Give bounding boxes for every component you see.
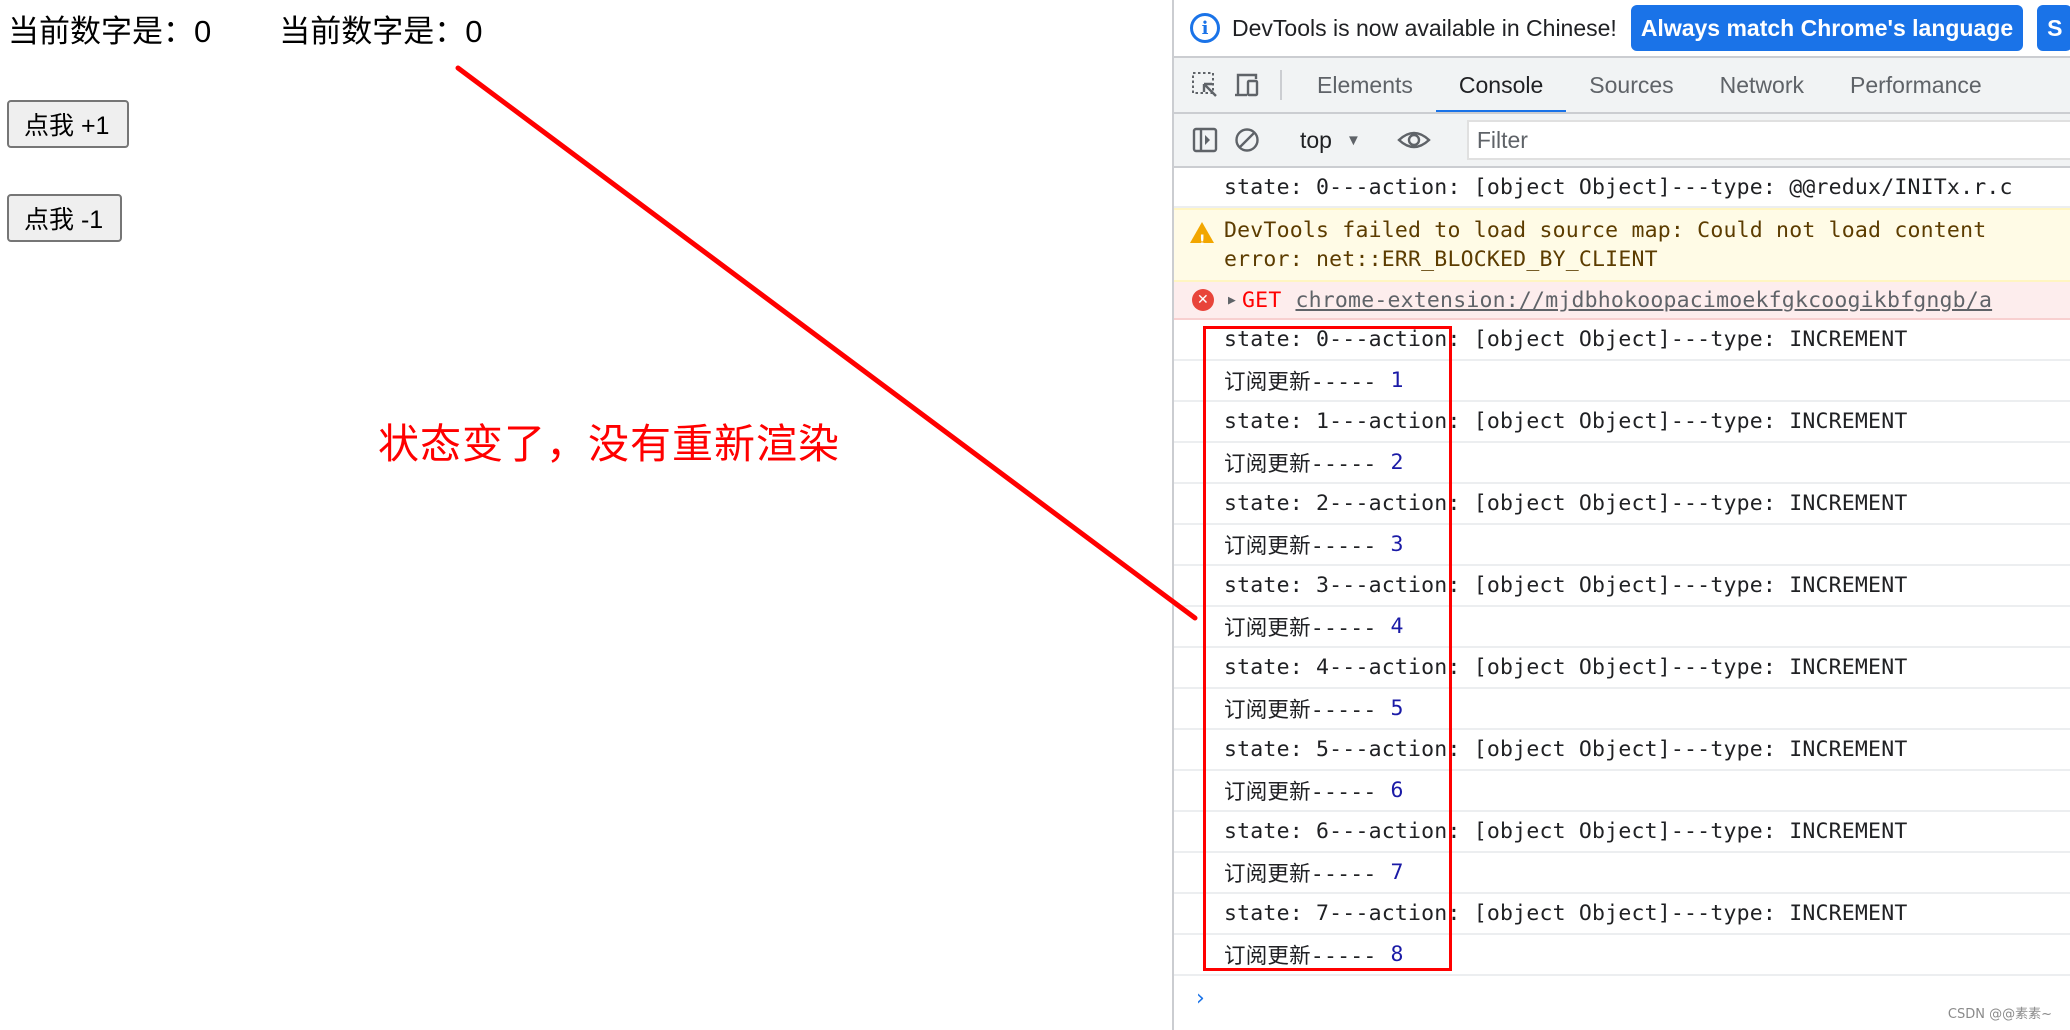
console-state-row: state: 6---action: [object Object]---typ… [1174, 812, 2070, 853]
subscribe-value: 1 [1390, 368, 1404, 393]
console-entries: state: 0---action: [object Object]---typ… [1174, 320, 2070, 976]
subscribe-label: 订阅更新----- [1224, 452, 1377, 477]
subscribe-label: 订阅更新----- [1224, 944, 1377, 969]
tab-performance[interactable]: Performance [1827, 58, 2005, 112]
console-error-row[interactable]: ✕ ▶ GET chrome-extension://mjdbhokoopaci… [1174, 282, 2070, 320]
tab-sources[interactable]: Sources [1566, 58, 1696, 112]
count-heading-2: 当前数字是：0 [279, 14, 483, 49]
console-subscribe-row: 订阅更新----- 8 [1174, 935, 2070, 976]
subscribe-label: 订阅更新----- [1224, 616, 1377, 641]
error-url-link[interactable]: chrome-extension://mjdbhokoopacimoekfgkc… [1295, 288, 1992, 313]
context-selector[interactable]: top ▼ [1294, 127, 1367, 154]
subscribe-value: 8 [1390, 942, 1404, 967]
devtools-panel: i DevTools is now available in Chinese! … [1172, 0, 2070, 1030]
subscribe-label: 订阅更新----- [1224, 370, 1377, 395]
dropdown-arrow-icon: ▼ [1345, 131, 1361, 149]
subscribe-value: 2 [1390, 450, 1404, 475]
context-label: top [1300, 126, 1332, 153]
tab-elements[interactable]: Elements [1294, 58, 1436, 112]
console-subscribe-row: 订阅更新----- 4 [1174, 607, 2070, 648]
console-state-row: state: 2---action: [object Object]---typ… [1174, 484, 2070, 525]
console-subscribe-row: 订阅更新----- 2 [1174, 443, 2070, 484]
subscribe-label: 订阅更新----- [1224, 862, 1377, 887]
language-infobar: i DevTools is now available in Chinese! … [1174, 0, 2070, 58]
clear-console-icon[interactable] [1226, 126, 1268, 154]
console-output: state: 0---action: [object Object]---typ… [1174, 168, 2070, 1020]
device-toggle-icon[interactable] [1226, 58, 1268, 112]
filter-input[interactable]: Filter [1466, 120, 2070, 160]
subscribe-label: 订阅更新----- [1224, 534, 1377, 559]
subscribe-value: 3 [1390, 532, 1404, 557]
console-warning-row: ! DevTools failed to load source map: Co… [1174, 208, 2070, 282]
infobar-message: DevTools is now available in Chinese! [1232, 14, 1617, 41]
error-icon: ✕ [1192, 289, 1214, 311]
subscribe-value: 5 [1390, 696, 1404, 721]
warning-line-2: error: net::ERR_BLOCKED_BY_CLIENT [1224, 247, 1658, 272]
warning-line-1: DevTools failed to load source map: Coul… [1224, 218, 1987, 243]
decrement-button[interactable]: 点我 -1 [7, 194, 122, 242]
count-headings: 当前数字是：0 当前数字是：0 [8, 10, 483, 54]
subscribe-label: 订阅更新----- [1224, 780, 1377, 805]
count-heading-1: 当前数字是：0 [8, 14, 212, 49]
annotation-text: 状态变了，没有重新渲染 [378, 420, 840, 468]
console-log-row: state: 0---action: [object Object]---typ… [1174, 168, 2070, 208]
warning-icon: ! [1190, 222, 1214, 249]
console-state-row: state: 7---action: [object Object]---typ… [1174, 894, 2070, 935]
info-icon: i [1190, 13, 1220, 43]
console-subscribe-row: 订阅更新----- 3 [1174, 525, 2070, 566]
always-match-language-button[interactable]: Always match Chrome's language [1630, 5, 2024, 51]
inspect-element-icon[interactable] [1184, 58, 1226, 112]
divider [1280, 70, 1282, 100]
sidebar-toggle-icon[interactable] [1184, 126, 1226, 154]
console-state-row: state: 4---action: [object Object]---typ… [1174, 648, 2070, 689]
live-expression-eye-icon[interactable] [1393, 126, 1435, 154]
console-state-row: state: 0---action: [object Object]---typ… [1174, 320, 2070, 361]
console-subscribe-row: 订阅更新----- 7 [1174, 853, 2070, 894]
console-subscribe-row: 订阅更新----- 6 [1174, 771, 2070, 812]
expand-triangle-icon[interactable]: ▶ [1228, 293, 1236, 308]
subscribe-value: 6 [1390, 778, 1404, 803]
console-prompt[interactable]: › [1174, 976, 2070, 1020]
tab-network[interactable]: Network [1697, 58, 1827, 112]
console-state-row: state: 3---action: [object Object]---typ… [1174, 566, 2070, 607]
console-subscribe-row: 订阅更新----- 1 [1174, 361, 2070, 402]
console-toolbar: top ▼ Filter [1174, 114, 2070, 168]
subscribe-value: 7 [1390, 860, 1404, 885]
watermark: CSDN @@素素~ [1947, 1007, 2052, 1022]
console-state-row: state: 5---action: [object Object]---typ… [1174, 730, 2070, 771]
web-page: 当前数字是：0 当前数字是：0 点我 +1 点我 -1 状态变了，没有重新渲染 [0, 0, 1172, 1030]
prompt-chevron-icon: › [1196, 985, 1205, 1011]
increment-button[interactable]: 点我 +1 [7, 100, 129, 148]
console-state-row: state: 1---action: [object Object]---typ… [1174, 402, 2070, 443]
console-subscribe-row: 订阅更新----- 5 [1174, 689, 2070, 730]
devtools-tabs-bar: Elements Console Sources Network Perform… [1174, 58, 2070, 114]
error-method: GET [1242, 287, 1282, 313]
subscribe-label: 订阅更新----- [1224, 698, 1377, 723]
switch-language-button[interactable]: S [2037, 5, 2070, 51]
subscribe-value: 4 [1390, 614, 1404, 639]
tab-console[interactable]: Console [1435, 58, 1567, 112]
